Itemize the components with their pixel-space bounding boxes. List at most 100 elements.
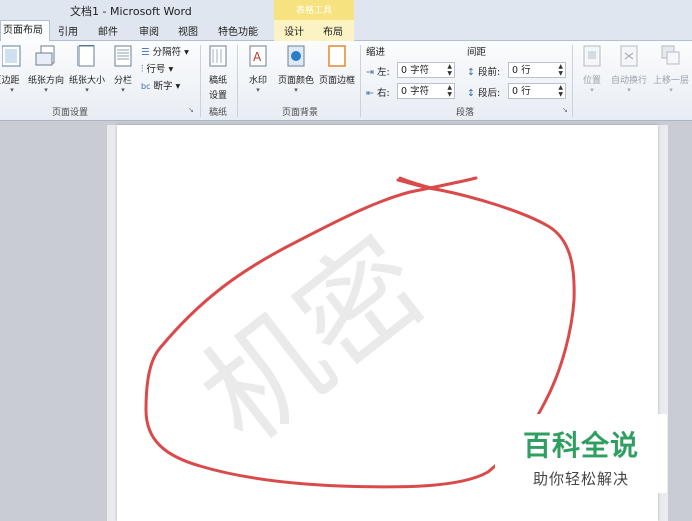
tab-references[interactable]: 引用 <box>58 23 78 38</box>
columns-button[interactable]: 分栏 ▾ <box>110 45 136 94</box>
line-numbers-button[interactable]: ⫶ 行号 ▾ <box>141 61 173 75</box>
spinner-icon[interactable]: ▲ ▼ <box>558 63 563 77</box>
columns-label: 分栏 <box>113 76 132 86</box>
breaks-label: 分隔符 <box>152 47 182 58</box>
indent-right-input[interactable]: 0 字符 ▲ ▼ <box>397 83 455 99</box>
ribbon: 页边距 ▾ 纸张方向 ▾ 纸张大小 ▾ 分栏 ▾ ☰ 分隔符 ▾ ⫶ 行号 ▾ … <box>0 41 692 121</box>
space-before-label: 段前: <box>478 67 501 78</box>
watermark-button[interactable]: A 水印 ▾ <box>243 45 273 94</box>
spinner-icon[interactable]: ▲ ▼ <box>558 84 563 98</box>
table-tools-label: 表格工具 <box>295 6 332 16</box>
hyphenation-label: 断字 <box>153 81 173 92</box>
indent-right-row: ⇤ 右: <box>366 85 390 99</box>
page-setup-launcher-icon[interactable]: ↘ <box>188 106 194 114</box>
orientation-icon <box>35 45 55 66</box>
page-margin-left <box>107 125 117 521</box>
margins-label: 页边距 <box>0 76 20 86</box>
paper-size-icon <box>76 44 95 67</box>
space-after-label: 段后: <box>478 88 501 99</box>
breaks-button[interactable]: ☰ 分隔符 ▾ <box>141 44 189 58</box>
separator <box>237 45 238 117</box>
position-label: 位置 <box>582 76 601 86</box>
bring-forward-button[interactable]: 上移一层 ▾ <box>651 45 691 94</box>
bring-forward-caret-icon: ▾ <box>669 86 673 94</box>
margins-icon <box>1 45 21 67</box>
indent-left-row: ⇥ 左: <box>366 64 390 78</box>
tab-special[interactable]: 特色功能 <box>218 23 258 38</box>
line-numbers-label: 行号 <box>146 64 166 75</box>
space-before-icon: ↕ <box>467 67 475 78</box>
manuscript-button[interactable]: 稿纸 设置 <box>203 45 233 101</box>
svg-text:A: A <box>253 50 262 64</box>
orientation-caret-icon: ▾ <box>44 86 48 94</box>
position-button[interactable]: 位置 ▾ <box>578 45 606 94</box>
paragraph-launcher-icon[interactable]: ↘ <box>562 106 568 114</box>
spacing-header: 间距 <box>467 47 487 58</box>
wrap-text-label: 自动换行 <box>610 76 647 86</box>
page-color-label: 页面颜色 <box>277 76 314 86</box>
page-color-icon <box>287 45 305 67</box>
space-after-value: 0 行 <box>512 86 531 97</box>
tab-design[interactable]: 设计 <box>284 23 304 38</box>
indent-left-label: 左: <box>377 67 390 78</box>
space-after-input[interactable]: 0 行 ▲ ▼ <box>508 83 566 99</box>
manuscript-group-label: 稿纸 <box>208 108 227 118</box>
page-borders-icon <box>328 45 346 67</box>
tab-layout[interactable]: 布局 <box>323 23 343 38</box>
separator <box>572 45 573 117</box>
confidential-watermark: 机密 <box>176 212 452 470</box>
page-color-button[interactable]: 页面颜色 ▾ <box>276 45 316 94</box>
manuscript-icon <box>209 45 227 67</box>
position-icon <box>583 45 601 67</box>
manuscript-label-1: 稿纸 <box>208 76 227 86</box>
brand-watermark: 百科全说 助你轻松解决 <box>495 414 667 493</box>
tab-page-layout[interactable]: 页面布局 <box>0 20 50 41</box>
indent-right-value: 0 字符 <box>401 86 430 97</box>
position-caret-icon: ▾ <box>590 86 594 94</box>
size-caret-icon: ▾ <box>85 86 89 94</box>
space-before-input[interactable]: 0 行 ▲ ▼ <box>508 62 566 78</box>
spinner-icon[interactable]: ▲ ▼ <box>447 63 452 77</box>
brand-title: 百科全说 <box>522 429 639 462</box>
watermark-label: 水印 <box>248 76 267 86</box>
breaks-icon: ☰ <box>141 47 150 58</box>
indent-right-label: 右: <box>377 88 390 99</box>
orientation-label: 纸张方向 <box>27 76 64 86</box>
indent-left-icon: ⇥ <box>366 67 374 78</box>
indent-left-input[interactable]: 0 字符 ▲ ▼ <box>397 62 455 78</box>
page-borders-label: 页面边框 <box>318 76 355 86</box>
margins-button[interactable]: 页边距 ▾ <box>0 45 24 94</box>
hyphenation-button[interactable]: bc 断字 ▾ <box>141 78 180 92</box>
separator <box>200 45 201 117</box>
table-tools-band: 表格工具 <box>274 0 354 20</box>
bring-forward-icon <box>661 45 680 65</box>
separator <box>360 45 361 117</box>
watermark-caret-icon: ▾ <box>256 86 260 94</box>
page-borders-button[interactable]: 页面边框 <box>318 45 356 86</box>
page-color-caret-icon: ▾ <box>294 86 298 94</box>
wrap-text-button[interactable]: 自动换行 ▾ <box>609 45 649 94</box>
manuscript-label-2: 设置 <box>208 91 227 101</box>
page-background-group-label: 页面背景 <box>281 108 318 118</box>
space-before-row: ↕ 段前: <box>467 64 500 78</box>
size-button[interactable]: 纸张大小 ▾ <box>67 44 107 94</box>
watermark-icon: A <box>249 45 267 67</box>
columns-icon <box>114 45 132 67</box>
tab-mailings[interactable]: 邮件 <box>98 23 118 38</box>
window-title: 文档1 - Microsoft Word <box>70 5 192 18</box>
tab-review[interactable]: 审阅 <box>139 23 159 38</box>
space-after-row: ↕ 段后: <box>467 85 500 99</box>
spinner-icon[interactable]: ▲ ▼ <box>447 84 452 98</box>
size-label: 纸张大小 <box>68 76 105 86</box>
brand-subtitle: 助你轻松解决 <box>532 470 629 488</box>
paragraph-group-label: 段落 <box>455 108 474 118</box>
columns-caret-icon: ▾ <box>121 86 125 94</box>
line-numbers-icon: ⫶ <box>141 64 144 75</box>
page-setup-group-label: 页面设置 <box>51 108 88 118</box>
indent-header: 缩进 <box>366 47 386 58</box>
space-before-value: 0 行 <box>512 65 531 76</box>
orientation-button[interactable]: 纸张方向 ▾ <box>26 45 66 94</box>
indent-right-icon: ⇤ <box>366 88 374 99</box>
wrap-text-icon <box>620 45 638 67</box>
tab-view[interactable]: 视图 <box>178 23 198 38</box>
